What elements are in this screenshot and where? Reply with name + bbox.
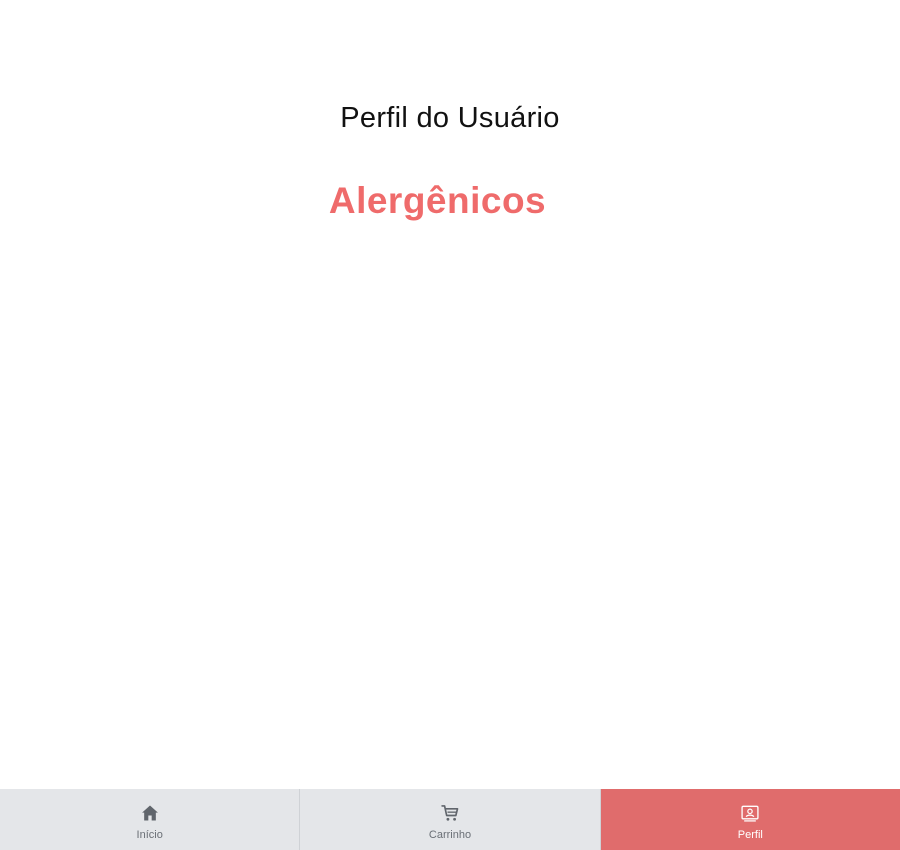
allergens-list — [150, 270, 750, 750]
cart-icon — [441, 805, 459, 821]
profile-icon — [741, 805, 759, 822]
nav-item-inicio[interactable]: Início — [0, 789, 301, 850]
bottom-navigation: Início Carrinho Perfil — [0, 789, 900, 850]
nav-label-carrinho: Carrinho — [428, 829, 472, 841]
allergens-heading: Alergênicos — [328, 180, 547, 221]
user-profile-page: Perfil do Usuário Alergênicos Início Car… — [0, 0, 900, 850]
home-icon — [141, 805, 158, 821]
nav-item-perfil[interactable]: Perfil — [600, 789, 900, 850]
nav-label-perfil: Perfil — [737, 829, 763, 841]
nav-item-carrinho[interactable]: Carrinho — [300, 789, 601, 850]
page-title: Perfil do Usuário — [340, 102, 560, 134]
nav-label-inicio: Início — [136, 829, 163, 841]
